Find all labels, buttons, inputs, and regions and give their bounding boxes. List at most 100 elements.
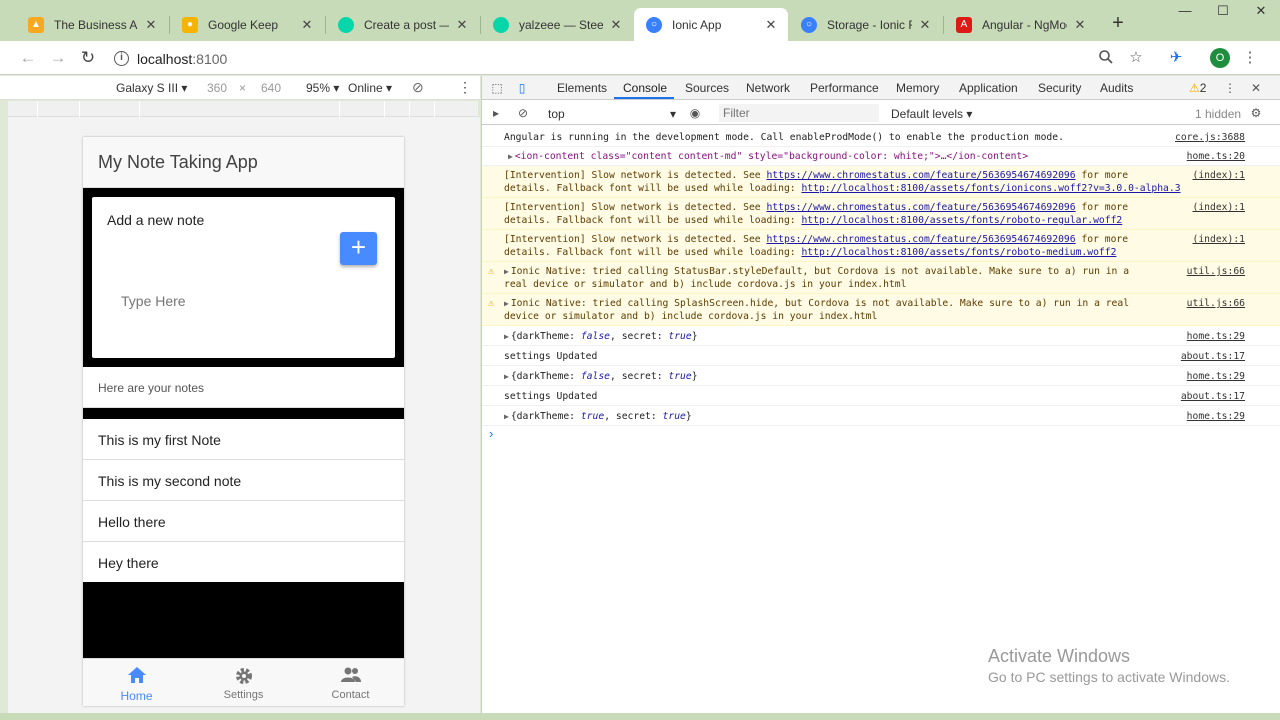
source-link[interactable]: (index):1 <box>1193 201 1246 214</box>
browser-tab-ionic-app[interactable]: ○ Ionic App ✕ <box>634 8 788 41</box>
sidebar-toggle-icon[interactable]: ▸ <box>488 105 504 121</box>
close-icon[interactable]: ✕ <box>144 17 158 33</box>
close-icon[interactable]: ✕ <box>1073 17 1087 33</box>
browser-menu-icon[interactable]: ⋮ <box>1240 49 1260 69</box>
back-icon[interactable]: ← <box>17 47 39 69</box>
source-link[interactable]: home.ts:29 <box>1187 410 1245 423</box>
window-close-button[interactable]: ✕ <box>1242 0 1280 22</box>
ruler-segment[interactable] <box>410 101 435 117</box>
browser-tab-angular[interactable]: A Angular - NgMode ✕ <box>944 8 1097 41</box>
expand-triangle-icon[interactable]: ▶ <box>504 372 509 381</box>
source-link[interactable]: (index):1 <box>1193 233 1246 246</box>
message-link[interactable]: http://localhost:8100/assets/fonts/robot… <box>801 215 1122 226</box>
maximize-button[interactable]: ☐ <box>1204 0 1242 22</box>
warnings-counter[interactable]: ⚠2 <box>1189 81 1206 95</box>
close-icon[interactable]: ✕ <box>764 17 778 33</box>
extension-plane-icon[interactable]: ✈ <box>1166 49 1186 69</box>
log-levels-select[interactable]: Default levels ▾ <box>891 107 972 121</box>
devtools-tab-memory[interactable]: Memory <box>896 81 939 95</box>
tab-contact[interactable]: Contact <box>297 659 404 706</box>
zoom-icon[interactable] <box>1096 49 1116 69</box>
source-link[interactable]: home.ts:29 <box>1187 330 1245 343</box>
devtools-tab-sources[interactable]: Sources <box>685 81 729 95</box>
console-message[interactable]: ▶ <ion-content class="content content-md"… <box>482 147 1280 166</box>
close-icon[interactable]: ✕ <box>918 17 932 33</box>
browser-tab-business-app[interactable]: ▲ The Business App - ✕ <box>16 8 168 41</box>
console-warning[interactable]: ⚠ ▶ Ionic Native: tried calling StatusBar… <box>482 262 1280 294</box>
device-toggle-icon[interactable]: ▯ <box>514 80 530 96</box>
expand-triangle-icon[interactable]: ▶ <box>504 299 509 308</box>
source-link[interactable]: (index):1 <box>1193 169 1246 182</box>
close-icon[interactable]: ✕ <box>455 17 469 33</box>
message-link[interactable]: http://localhost:8100/assets/fonts/robot… <box>801 247 1116 258</box>
list-item[interactable]: Hey there <box>83 542 404 583</box>
browser-tab-yalzeee[interactable]: yalzeee — Steemit ✕ <box>481 8 633 41</box>
bookmark-star-icon[interactable]: ☆ <box>1126 49 1146 69</box>
forward-icon[interactable]: → <box>47 47 69 69</box>
devtools-tab-elements[interactable]: Elements <box>557 81 607 95</box>
browser-tab-create-post[interactable]: Create a post — St ✕ <box>326 8 479 41</box>
info-icon[interactable]: i <box>114 51 129 66</box>
address-bar[interactable]: i localhost:8100 <box>108 45 1160 72</box>
network-throttle-select[interactable]: Online ▾ <box>348 81 392 95</box>
ruler-segment[interactable] <box>340 101 385 117</box>
clear-console-icon[interactable]: ⊘ <box>515 105 531 121</box>
message-link[interactable]: https://www.chromestatus.com/feature/563… <box>766 202 1075 213</box>
devtools-tab-security[interactable]: Security <box>1038 81 1081 95</box>
devtools-tab-console[interactable]: Console <box>623 81 667 95</box>
expand-triangle-icon[interactable]: ▶ <box>504 412 509 421</box>
expand-triangle-icon[interactable]: ▶ <box>504 332 509 341</box>
tab-home[interactable]: Home <box>83 659 190 706</box>
device-width-input[interactable]: 360 <box>207 81 227 95</box>
source-link[interactable]: about.ts:17 <box>1181 390 1245 403</box>
expand-triangle-icon[interactable]: ▶ <box>508 152 513 161</box>
rotate-icon[interactable]: ⊘ <box>412 79 424 96</box>
console-warning[interactable]: ⚠ ▶ Ionic Native: tried calling SplashScr… <box>482 294 1280 326</box>
devtools-tab-network[interactable]: Network <box>746 81 790 95</box>
message-link[interactable]: http://localhost:8100/assets/fonts/ionic… <box>801 183 1180 194</box>
source-link[interactable]: core.js:3688 <box>1175 131 1245 144</box>
console-settings-icon[interactable]: ⚙ <box>1248 105 1264 121</box>
devtools-menu-icon[interactable]: ⋮ <box>1222 80 1238 96</box>
ruler-segment[interactable] <box>38 101 80 117</box>
console-prompt[interactable]: › <box>489 426 493 441</box>
ruler-segment[interactable] <box>80 101 140 117</box>
devtools-tab-application[interactable]: Application <box>959 81 1018 95</box>
device-select[interactable]: Galaxy S III ▾ <box>116 81 187 95</box>
new-tab-button[interactable]: + <box>1108 12 1128 35</box>
zoom-select[interactable]: 95% ▾ <box>306 81 339 95</box>
message-link[interactable]: https://www.chromestatus.com/feature/563… <box>766 170 1075 181</box>
eye-icon[interactable]: ◉ <box>687 105 703 121</box>
device-more-icon[interactable]: ⋮ <box>458 79 472 96</box>
list-item[interactable]: This is my second note <box>83 460 404 501</box>
note-input[interactable] <box>121 293 361 309</box>
source-link[interactable]: about.ts:17 <box>1181 350 1245 363</box>
tab-settings[interactable]: Settings <box>190 659 297 706</box>
console-object[interactable]: ▶ {darkTheme: false, secret: true} home.t… <box>482 366 1280 386</box>
devtools-tab-audits[interactable]: Audits <box>1100 81 1133 95</box>
device-height-input[interactable]: 640 <box>261 81 281 95</box>
inspect-element-icon[interactable]: ⬚ <box>489 80 505 96</box>
close-icon[interactable]: ✕ <box>609 17 623 33</box>
source-link[interactable]: home.ts:29 <box>1187 370 1245 383</box>
list-item[interactable]: This is my first Note <box>83 419 404 460</box>
browser-tab-google-keep[interactable]: ● Google Keep ✕ <box>170 8 324 41</box>
expand-triangle-icon[interactable]: ▶ <box>504 267 509 276</box>
minimize-button[interactable]: — <box>1166 0 1204 22</box>
list-item[interactable]: Hello there <box>83 501 404 542</box>
ruler-segment[interactable] <box>385 101 410 117</box>
devtools-close-icon[interactable]: ✕ <box>1248 80 1264 96</box>
message-link[interactable]: https://www.chromestatus.com/feature/563… <box>766 234 1075 245</box>
profile-avatar[interactable]: O <box>1210 48 1230 68</box>
console-object[interactable]: ▶ {darkTheme: false, secret: true} home.t… <box>482 326 1280 346</box>
source-link[interactable]: util.js:66 <box>1187 297 1245 310</box>
ruler-segment[interactable] <box>140 101 340 117</box>
console-object[interactable]: ▶ {darkTheme: true, secret: true} home.ts… <box>482 406 1280 426</box>
close-icon[interactable]: ✕ <box>300 17 314 33</box>
ruler-segment[interactable] <box>8 101 38 117</box>
browser-tab-storage-ionic[interactable]: ○ Storage - Ionic Fra ✕ <box>789 8 942 41</box>
source-link[interactable]: util.js:66 <box>1187 265 1245 278</box>
source-link[interactable]: home.ts:20 <box>1187 150 1245 163</box>
console-filter-input[interactable] <box>719 104 879 122</box>
add-note-button[interactable]: + <box>340 232 377 265</box>
